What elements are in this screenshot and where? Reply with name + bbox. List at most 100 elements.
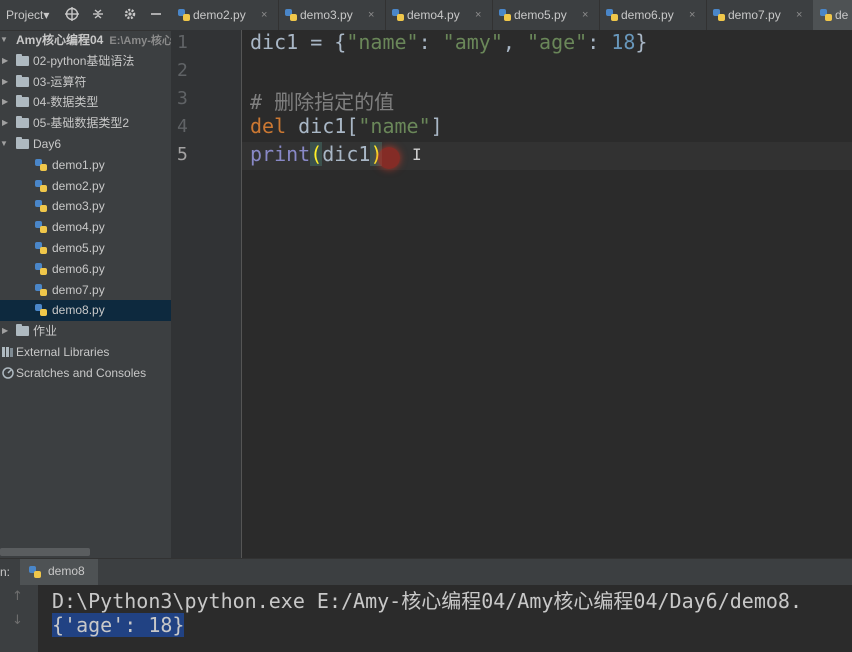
library-icon bbox=[2, 346, 13, 357]
line-number: 3 bbox=[177, 88, 188, 109]
tree-label: demo5.py bbox=[52, 240, 105, 255]
code-line: print(dic1) bbox=[250, 142, 383, 166]
python-file-icon bbox=[35, 262, 47, 275]
code-line: del dic1["name"] bbox=[250, 114, 443, 138]
code-line: dic1 = {"name": "amy", "age": 18} bbox=[250, 30, 648, 54]
tree-root[interactable]: ▼ Amy核心编程04 E:\Amy-核心 bbox=[0, 30, 171, 51]
scratches-icon bbox=[2, 367, 14, 379]
tree-label: demo8.py bbox=[52, 303, 105, 318]
close-icon[interactable]: × bbox=[368, 0, 374, 30]
tab-demo8-active[interactable]: de bbox=[813, 0, 852, 30]
tree-folder[interactable]: ▶ 03-运算符 bbox=[0, 72, 171, 93]
tree-label: External Libraries bbox=[16, 344, 110, 359]
collapsed-arrow-icon[interactable]: ▶ bbox=[2, 72, 10, 93]
console-output-selected: {'age': 18} bbox=[52, 613, 185, 637]
python-file-icon bbox=[178, 9, 190, 21]
code-editor[interactable]: dic1 = {"name": "amy", "age": 18} # 删除指定… bbox=[242, 30, 852, 558]
run-tab-demo8[interactable]: demo8 bbox=[20, 559, 98, 585]
minimize-icon[interactable] bbox=[148, 6, 164, 22]
tree-file[interactable]: demo5.py bbox=[0, 238, 171, 259]
folder-icon bbox=[16, 53, 29, 66]
tab-demo2[interactable]: demo2.py × bbox=[171, 0, 279, 30]
run-label: n: bbox=[0, 565, 11, 579]
folder-icon bbox=[16, 116, 29, 129]
tab-label: demo6.py bbox=[621, 8, 674, 22]
python-file-icon bbox=[35, 221, 47, 234]
project-toolbar: Project▾ bbox=[0, 0, 171, 31]
horizontal-scrollbar[interactable] bbox=[0, 548, 90, 556]
line-number: 5 bbox=[177, 144, 188, 165]
python-file-icon bbox=[35, 241, 47, 254]
python-file-icon bbox=[606, 9, 618, 21]
root-label: Amy核心编程04 bbox=[16, 33, 104, 47]
tab-label: de bbox=[835, 8, 849, 22]
tree-folder[interactable]: ▶ 05-基础数据类型2 bbox=[0, 113, 171, 134]
tree-file-selected[interactable]: demo8.py bbox=[0, 300, 171, 322]
expand-arrow-icon[interactable]: ▼ bbox=[0, 30, 8, 51]
python-file-icon bbox=[713, 9, 725, 21]
expand-arrow-icon[interactable]: ▼ bbox=[0, 134, 8, 155]
tree-folder[interactable]: ▶ 04-数据类型 bbox=[0, 92, 171, 113]
tab-demo7[interactable]: demo7.py × bbox=[706, 0, 814, 30]
tree-label: 02-python基础语法 bbox=[33, 53, 135, 68]
collapsed-arrow-icon[interactable]: ▶ bbox=[2, 321, 10, 342]
collapsed-arrow-icon[interactable]: ▶ bbox=[2, 113, 10, 134]
tree-label: demo7.py bbox=[52, 282, 105, 297]
tab-label: demo4.py bbox=[407, 8, 460, 22]
close-icon[interactable]: × bbox=[796, 0, 802, 30]
python-file-icon bbox=[35, 304, 47, 317]
python-file-icon bbox=[35, 283, 47, 296]
tree-label: demo6.py bbox=[52, 261, 105, 276]
scroll-down-icon[interactable]: ↓ bbox=[12, 613, 23, 628]
tree-scratches[interactable]: Scratches and Consoles bbox=[0, 363, 171, 384]
tree-external-libraries[interactable]: External Libraries bbox=[0, 342, 171, 363]
console-output-line: {'age': 18} bbox=[52, 613, 185, 637]
run-console[interactable]: ↑ ↓ D:\Python3\python.exe E:/Amy-核心编程04/… bbox=[0, 585, 852, 652]
close-icon[interactable]: × bbox=[582, 0, 588, 30]
tree-folder-day6[interactable]: ▼ Day6 bbox=[0, 134, 171, 155]
close-icon[interactable]: × bbox=[689, 0, 695, 30]
tree-file[interactable]: demo4.py bbox=[0, 217, 171, 238]
text-cursor-icon: I bbox=[412, 145, 422, 164]
tree-folder[interactable]: ▶ 作业 bbox=[0, 321, 171, 342]
tree-file[interactable]: demo2.py bbox=[0, 176, 171, 197]
project-tree: ▼ Amy核心编程04 E:\Amy-核心 ▶ 02-python基础语法 ▶ 0… bbox=[0, 30, 171, 384]
close-icon[interactable]: × bbox=[261, 0, 267, 30]
project-view-selector[interactable]: Project▾ bbox=[6, 8, 49, 22]
python-file-icon bbox=[499, 9, 511, 21]
tab-label: demo2.py bbox=[193, 8, 246, 22]
gear-icon[interactable] bbox=[122, 6, 138, 22]
python-file-icon bbox=[29, 566, 41, 578]
close-icon[interactable]: × bbox=[475, 0, 481, 30]
tab-label: demo7.py bbox=[728, 8, 781, 22]
collapse-icon[interactable] bbox=[90, 6, 106, 22]
folder-icon bbox=[16, 136, 29, 149]
python-file-icon bbox=[285, 9, 297, 21]
root-path: E:\Amy-核心 bbox=[109, 35, 171, 47]
tree-file[interactable]: demo3.py bbox=[0, 196, 171, 217]
line-number: 2 bbox=[177, 60, 188, 81]
scroll-up-icon[interactable]: ↑ bbox=[12, 589, 23, 604]
tab-label: demo3.py bbox=[300, 8, 353, 22]
collapsed-arrow-icon[interactable]: ▶ bbox=[2, 92, 10, 113]
tab-label: demo5.py bbox=[514, 8, 567, 22]
mouse-click-indicator bbox=[378, 147, 400, 169]
tree-folder[interactable]: ▶ 02-python基础语法 bbox=[0, 51, 171, 72]
tree-label: demo2.py bbox=[52, 178, 105, 193]
tree-label: demo1.py bbox=[52, 157, 105, 172]
console-command-line: D:\Python3\python.exe E:/Amy-核心编程04/Amy核… bbox=[52, 589, 803, 613]
tree-file[interactable]: demo6.py bbox=[0, 259, 171, 280]
tab-demo4[interactable]: demo4.py × bbox=[385, 0, 493, 30]
tab-demo5[interactable]: demo5.py × bbox=[492, 0, 600, 30]
tree-file[interactable]: demo7.py bbox=[0, 280, 171, 301]
tree-label: 作业 bbox=[33, 324, 58, 339]
target-icon[interactable] bbox=[64, 6, 80, 22]
python-file-icon bbox=[35, 158, 47, 171]
tree-file[interactable]: demo1.py bbox=[0, 155, 171, 176]
collapsed-arrow-icon[interactable]: ▶ bbox=[2, 51, 10, 72]
tree-label: 04-数据类型 bbox=[33, 95, 99, 110]
tab-demo3[interactable]: demo3.py × bbox=[278, 0, 386, 30]
python-file-icon bbox=[35, 179, 47, 192]
tab-demo6[interactable]: demo6.py × bbox=[599, 0, 707, 30]
line-number: 1 bbox=[177, 32, 188, 53]
